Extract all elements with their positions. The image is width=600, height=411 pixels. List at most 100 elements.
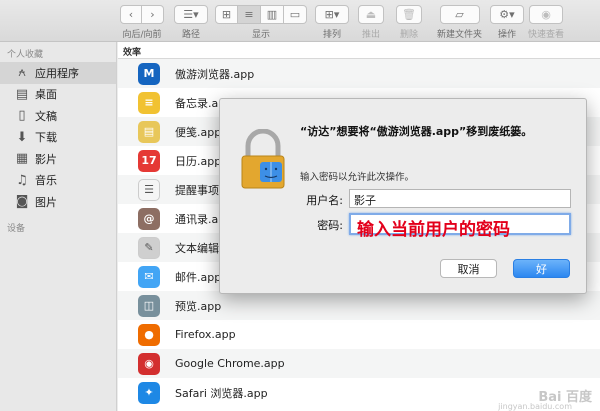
sidebar-item-label: 下载	[35, 131, 57, 145]
view-label: 显示	[251, 30, 270, 40]
sidebar-item-label: 应用程序	[35, 66, 79, 80]
file-row[interactable]: ● Firefox.app	[118, 320, 600, 349]
arrange-icon: ⊞▾	[324, 8, 340, 21]
file-name: 预览.app	[175, 299, 222, 313]
sidebar: 个人收藏 ⍲ 应用程序 ▤ 桌面 ▯ 文稿 ⬇ 下载 ▦ 影片 ♫ 音乐 ◙ 图片 设备	[0, 42, 117, 411]
dialog-title: “访达”想要将“傲游浏览器.app”移到废纸篓。	[300, 125, 533, 138]
lock-finder-icon	[241, 129, 285, 189]
file-name: 便笺.app	[175, 125, 222, 139]
quicklook-label: 快速查看	[528, 30, 565, 40]
file-row[interactable]: ◫ 预览.app	[118, 291, 600, 320]
authentication-dialog: “访达”想要将“傲游浏览器.app”移到废纸篓。 输入密码以允许此次操作。 用户…	[219, 98, 587, 294]
quicklook-button[interactable]: ◉	[529, 5, 563, 24]
sidebar-item-label: 桌面	[35, 88, 57, 102]
arrange-button[interactable]: ⊞▾	[315, 5, 349, 24]
file-name: Safari 浏览器.app	[175, 386, 268, 400]
applications-icon: ⍲	[18, 65, 26, 81]
sidebar-item[interactable]: ▤ 桌面	[0, 84, 116, 106]
music-icon: ♫	[16, 172, 28, 188]
columns-icon: ▥	[266, 8, 278, 21]
app-icon: ☰	[138, 178, 160, 201]
app-icon: M	[138, 62, 160, 85]
path-label: 路径	[181, 30, 200, 40]
toolbar: ‹ › 向后/向前 ☰▾ 路径 ⊞ ≡ ▥ ▭ 显示 ⊞▾ 排列 ⏏ 推出 🗑 …	[0, 0, 600, 42]
password-hint-annotation: 输入当前用户的密码	[357, 220, 510, 240]
path-button[interactable]: ☰▾	[174, 5, 208, 24]
app-icon: ✦	[138, 381, 160, 404]
sidebar-item[interactable]: ⍲ 应用程序	[0, 62, 116, 84]
file-name: 傲游浏览器.app	[175, 67, 255, 81]
documents-icon: ▯	[18, 108, 26, 124]
cancel-button[interactable]: 取消	[440, 259, 497, 278]
sidebar-item-label: 音乐	[35, 174, 57, 188]
downloads-icon: ⬇	[16, 129, 28, 145]
app-icon: ▤	[138, 120, 160, 143]
ok-button[interactable]: 好	[513, 259, 570, 278]
app-icon: ≡	[138, 91, 160, 114]
sidebar-item[interactable]: ⬇ 下载	[0, 127, 116, 149]
app-icon: 17	[138, 149, 160, 172]
baidu-watermark-url: jingyan.baidu.com	[498, 402, 572, 411]
eye-icon: ◉	[541, 8, 551, 21]
new-folder-group: ▱ 新建文件夹	[437, 5, 482, 40]
file-name: 日历.app	[175, 154, 222, 168]
new-folder-label: 新建文件夹	[437, 30, 483, 40]
action-button[interactable]: ⚙▾	[490, 5, 524, 24]
app-icon: ✉	[138, 265, 160, 288]
desktop-icon: ▤	[15, 86, 29, 102]
file-row[interactable]: ◉ Google Chrome.app	[118, 349, 600, 378]
action-group: ⚙▾ 操作	[490, 5, 524, 40]
list-view-button[interactable]: ≡	[238, 5, 261, 24]
gallery-view-button[interactable]: ▭	[284, 5, 307, 24]
eject-icon: ⏏	[365, 8, 377, 21]
chevron-right-icon: ›	[150, 8, 155, 21]
sidebar-item-label: 影片	[35, 152, 57, 166]
password-field[interactable]: 输入当前用户的密码	[349, 213, 571, 240]
action-label: 操作	[497, 30, 516, 40]
column-view-button[interactable]: ▥	[261, 5, 284, 24]
eject-label: 推出	[361, 30, 380, 40]
file-name: 提醒事项.	[175, 183, 223, 197]
back-forward-group: ‹ › 向后/向前	[120, 5, 164, 40]
file-name: Firefox.app	[175, 328, 236, 341]
forward-button[interactable]: ›	[142, 5, 164, 24]
sidebar-item[interactable]: ♫ 音乐	[0, 170, 116, 192]
username-label: 用户名:	[306, 194, 343, 207]
new-folder-button[interactable]: ▱	[439, 5, 480, 24]
column-header-name[interactable]: 效率	[118, 42, 600, 59]
app-icon: @	[138, 207, 160, 230]
sidebar-item-label: 图片	[35, 195, 57, 209]
gallery-icon: ▭	[289, 8, 301, 21]
movies-icon: ▦	[15, 151, 29, 167]
folder-icon: ▱	[455, 8, 464, 21]
arrange-group: ⊞▾ 排列	[315, 5, 349, 40]
icon-view-button[interactable]: ⊞	[215, 5, 238, 24]
sidebar-item[interactable]: ▯ 文稿	[0, 105, 116, 127]
sidebar-item[interactable]: ▦ 影片	[0, 148, 116, 170]
trash-icon: 🗑	[402, 8, 416, 21]
list-icon: ≡	[244, 8, 254, 21]
path-icon: ☰▾	[183, 8, 199, 21]
app-icon: ✎	[138, 236, 160, 259]
file-name: Google Chrome.app	[175, 357, 285, 370]
app-icon: ◉	[138, 352, 160, 375]
delete-label: 删除	[399, 30, 418, 40]
username-field[interactable]: 影子	[349, 189, 571, 208]
grid-icon: ⊞	[221, 8, 232, 21]
file-name: 文本编辑.	[175, 241, 223, 255]
favorites-header: 个人收藏	[7, 50, 44, 60]
arrange-label: 排列	[322, 30, 341, 40]
eject-group: ⏏ 推出	[358, 5, 384, 40]
eject-button[interactable]: ⏏	[358, 5, 384, 24]
gear-icon: ⚙▾	[499, 8, 515, 21]
file-name: 邮件.app	[175, 270, 222, 284]
back-button[interactable]: ‹	[120, 5, 142, 24]
path-group: ☰▾ 路径	[174, 5, 208, 40]
app-icon: ◫	[138, 294, 160, 317]
file-row[interactable]: M 傲游浏览器.app	[118, 59, 600, 88]
delete-button[interactable]: 🗑	[396, 5, 422, 24]
app-icon: ●	[138, 323, 160, 346]
delete-group: 🗑 删除	[396, 5, 422, 40]
sidebar-item[interactable]: ◙ 图片	[0, 191, 116, 213]
back-forward-label: 向后/向前	[122, 30, 162, 40]
